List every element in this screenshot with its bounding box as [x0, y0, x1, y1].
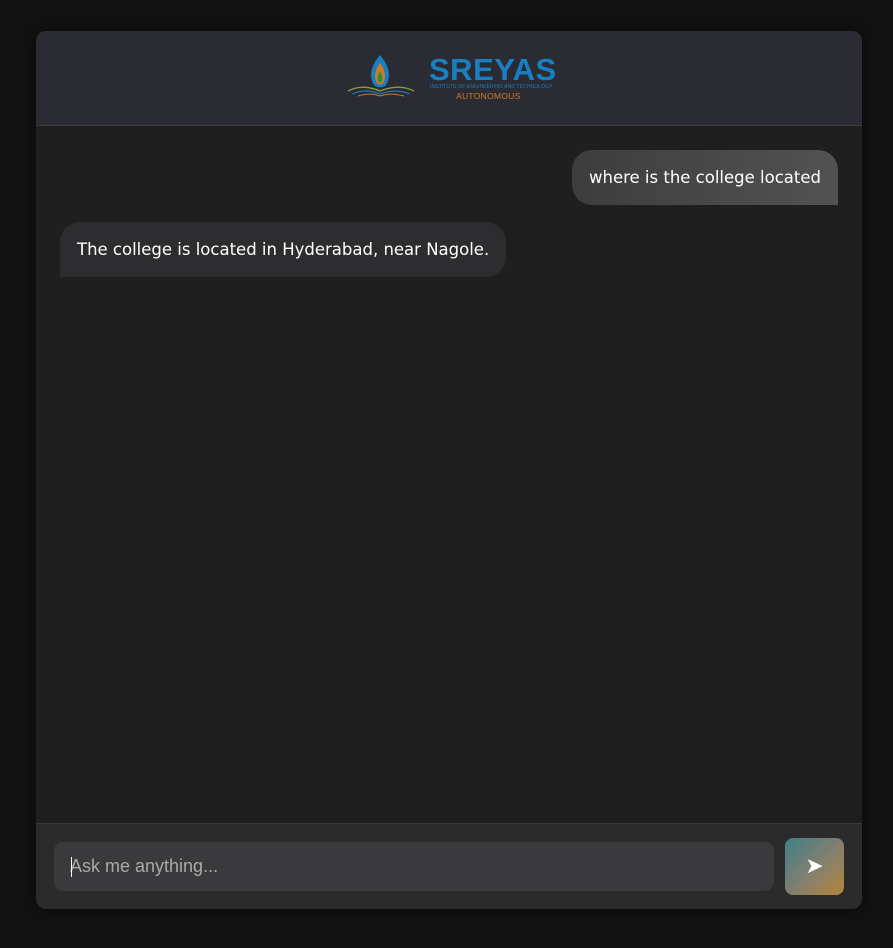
- user-message-bubble: where is the college located: [572, 150, 838, 205]
- message-list: where is the college located The college…: [36, 126, 862, 823]
- logo-tag: AUTONOMOUS: [456, 91, 521, 101]
- send-arrow-icon: ➤: [805, 853, 824, 879]
- message-composer: ➤: [36, 823, 862, 909]
- logo-subtitle: INSTITUTE OF ENGINEERING AND TECHNOLOGY: [430, 84, 553, 90]
- text-cursor: [71, 857, 72, 877]
- flame-emblem-icon: [347, 55, 415, 97]
- chat-header: SREYAS INSTITUTE OF ENGINEERING AND TECH…: [36, 31, 862, 126]
- bot-message-bubble: The college is located in Hyderabad, nea…: [60, 222, 507, 277]
- chat-window: SREYAS INSTITUTE OF ENGINEERING AND TECH…: [36, 31, 862, 909]
- send-button[interactable]: ➤: [785, 838, 844, 895]
- college-logo: SREYAS INSTITUTE OF ENGINEERING AND TECH…: [346, 51, 556, 103]
- message-input[interactable]: [54, 842, 774, 891]
